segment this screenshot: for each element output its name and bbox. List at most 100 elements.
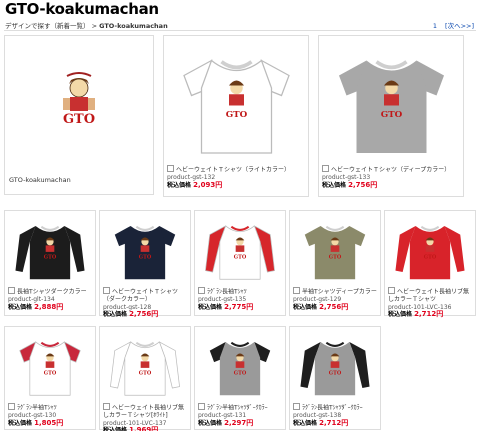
price-unit: 円 bbox=[370, 180, 378, 189]
product-name[interactable]: 半袖Tシャツディープカラー bbox=[293, 287, 377, 296]
product-price: 税込価格 2,712円 bbox=[388, 310, 472, 319]
product-card[interactable]: GTO ﾗｸﾞﾗﾝ半袖Tｼｬﾂ product-gst-130 税込価格 1,805円 bbox=[4, 326, 96, 430]
next-page-link[interactable]: [次へ>>] bbox=[445, 22, 474, 30]
svg-text:GTO: GTO bbox=[139, 254, 152, 260]
product-card[interactable]: GTO ヘビーウェイト長袖リブ無しカラーＴシャツ product-101-LVC-1… bbox=[384, 210, 476, 319]
svg-text:GTO: GTO bbox=[44, 254, 57, 260]
price-value: 2,297 bbox=[224, 418, 247, 427]
breadcrumb-separator: > bbox=[89, 22, 100, 30]
product-image[interactable]: GTO bbox=[102, 213, 188, 285]
product-price: 税込価格 1,969円 bbox=[103, 426, 187, 431]
price-label: 税込価格 bbox=[293, 419, 318, 427]
price-label: 税込価格 bbox=[198, 303, 223, 311]
price-unit: 円 bbox=[246, 302, 254, 311]
price-label: 税込価格 bbox=[103, 311, 128, 318]
product-name[interactable]: ヘビーウェイト長袖リブ無しカラーＴシャツ[ﾎﾜｲﾄ] bbox=[103, 403, 187, 420]
svg-text:GTO: GTO bbox=[139, 370, 152, 376]
product-name[interactable]: 長袖Tシャツダークカラー bbox=[8, 287, 92, 296]
svg-text:GTO: GTO bbox=[380, 110, 402, 120]
product-image[interactable]: GTO bbox=[387, 213, 473, 285]
product-name[interactable]: ヘビーウェイトＴシャツ（ライトカラー） bbox=[167, 165, 305, 174]
price-value: 2,756 bbox=[129, 310, 152, 318]
price-unit: 円 bbox=[151, 310, 159, 318]
product-card[interactable]: GTO 長袖Tシャツダークカラー product-glt-134 税込価格 2,888… bbox=[4, 210, 96, 316]
product-code: product-gst-132 bbox=[167, 174, 216, 181]
price-value: 2,756 bbox=[319, 302, 342, 311]
product-image[interactable]: GTO bbox=[292, 329, 378, 401]
product-card[interactable]: GTO ヘビーウェイトＴシャツ（ライトカラー） product-gst-132 税込価… bbox=[163, 35, 309, 197]
price-unit: 円 bbox=[341, 302, 349, 311]
product-price: 税込価格 2,297円 bbox=[198, 418, 282, 428]
price-label: 税込価格 bbox=[8, 419, 33, 427]
svg-text:GTO: GTO bbox=[329, 370, 342, 376]
svg-text:GTO: GTO bbox=[329, 254, 342, 260]
product-image[interactable]: GTO bbox=[7, 329, 93, 401]
page: { "page": { "title": "GTO-koakumachan", … bbox=[0, 0, 480, 431]
product-image[interactable]: GTO bbox=[102, 329, 188, 401]
price-label: 税込価格 bbox=[8, 303, 33, 311]
header-divider bbox=[4, 30, 476, 31]
product-name[interactable]: ﾗｸﾞﾗﾝ半袖Tｼｬﾂﾀﾞｰｸｶﾗｰ bbox=[198, 403, 282, 412]
price-unit: 円 bbox=[215, 180, 223, 189]
product-price: 税込価格 2,756円 bbox=[103, 310, 187, 319]
product-name[interactable]: ﾗｸﾞﾗﾝ長袖Tｼｬﾂ bbox=[198, 287, 282, 296]
product-card[interactable]: GTO ヘビーウェイトＴシャツ（ディープカラー） product-gst-133 税込… bbox=[318, 35, 464, 197]
price-value: 2,712 bbox=[319, 418, 342, 427]
breadcrumb: デザインで探す（新着一覧） > GTO-koakumachan bbox=[5, 20, 168, 30]
price-unit: 円 bbox=[246, 418, 254, 427]
product-image[interactable]: GTO bbox=[166, 38, 306, 163]
page-number-current[interactable]: 1 bbox=[433, 22, 437, 30]
price-value: 2,775 bbox=[224, 302, 247, 311]
product-price: 税込価格 2,093円 bbox=[167, 180, 305, 190]
price-label: 税込価格 bbox=[322, 181, 347, 189]
product-card[interactable]: GTO 半袖Tシャツディープカラー product-gst-129 税込価格 2,75… bbox=[289, 210, 381, 316]
svg-text:GTO: GTO bbox=[234, 370, 247, 376]
svg-text:GTO: GTO bbox=[44, 370, 57, 376]
breadcrumb-link[interactable]: デザインで探す（新着一覧） bbox=[5, 22, 90, 30]
product-name[interactable]: ﾗｸﾞﾗﾝ長袖Tｼｬﾂﾀﾞｰｸｶﾗｰ bbox=[293, 403, 377, 412]
price-unit: 円 bbox=[151, 426, 159, 431]
product-name[interactable]: ヘビーウェイト長袖リブ無しカラーＴシャツ bbox=[388, 287, 472, 304]
price-unit: 円 bbox=[56, 418, 64, 427]
price-value: 2,888 bbox=[34, 302, 57, 311]
product-card[interactable]: GTO ヘビーウェイト長袖リブ無しカラーＴシャツ[ﾎﾜｲﾄ] product-101… bbox=[99, 326, 191, 431]
product-card[interactable]: GTO ﾗｸﾞﾗﾝ長袖Tｼｬﾂ product-gst-135 税込価格 2,775円 bbox=[194, 210, 286, 316]
price-label: 税込価格 bbox=[167, 181, 192, 189]
product-image[interactable]: GTO bbox=[197, 329, 283, 401]
product-card[interactable]: GTO ﾗｸﾞﾗﾝ半袖Tｼｬﾂﾀﾞｰｸｶﾗｰ product-gst-131 税込価格… bbox=[194, 326, 286, 430]
price-value: 2,712 bbox=[414, 310, 437, 318]
product-image[interactable]: GTO bbox=[197, 213, 283, 285]
product-card[interactable]: GTO ヘビーウェイトＴシャツ（ダークカラー） product-gst-128 税込価… bbox=[99, 210, 191, 319]
product-price: 税込価格 2,888円 bbox=[8, 302, 92, 312]
price-label: 税込価格 bbox=[103, 427, 128, 431]
product-name[interactable]: ヘビーウェイトＴシャツ（ダークカラー） bbox=[103, 287, 187, 304]
product-price: 税込価格 2,756円 bbox=[293, 302, 377, 312]
price-value: 1,969 bbox=[129, 426, 152, 431]
product-price: 税込価格 1,805円 bbox=[8, 418, 92, 428]
design-preview-card[interactable]: GTO GTO-koakumachan bbox=[4, 35, 154, 195]
price-label: 税込価格 bbox=[388, 311, 413, 318]
product-image[interactable]: GTO bbox=[321, 38, 461, 163]
price-value: 1,805 bbox=[34, 418, 57, 427]
page-title: GTO-koakumachan bbox=[5, 0, 159, 18]
price-label: 税込価格 bbox=[198, 419, 223, 427]
svg-text:GTO: GTO bbox=[234, 254, 247, 260]
price-unit: 円 bbox=[436, 310, 444, 318]
product-name[interactable]: ヘビーウェイトＴシャツ（ディープカラー） bbox=[322, 165, 460, 174]
product-name[interactable]: ﾗｸﾞﾗﾝ半袖Tｼｬﾂ bbox=[8, 403, 92, 412]
product-price: 税込価格 2,775円 bbox=[198, 302, 282, 312]
product-card[interactable]: GTO ﾗｸﾞﾗﾝ長袖Tｼｬﾂﾀﾞｰｸｶﾗｰ product-gst-138 税込価格… bbox=[289, 326, 381, 430]
pagination: 1 [次へ>>] bbox=[427, 20, 474, 30]
design-label: GTO-koakumachan bbox=[9, 176, 71, 184]
price-unit: 円 bbox=[56, 302, 64, 311]
svg-text:GTO: GTO bbox=[424, 254, 437, 260]
product-price: 税込価格 2,712円 bbox=[293, 418, 377, 428]
price-value: 2,756 bbox=[348, 180, 371, 189]
product-image[interactable]: GTO bbox=[7, 213, 93, 285]
product-image[interactable]: GTO bbox=[292, 213, 378, 285]
product-price: 税込価格 2,756円 bbox=[322, 180, 460, 190]
product-code: product-gst-133 bbox=[322, 174, 371, 181]
price-unit: 円 bbox=[341, 418, 349, 427]
svg-text:GTO: GTO bbox=[63, 112, 95, 127]
svg-text:GTO: GTO bbox=[225, 110, 247, 120]
